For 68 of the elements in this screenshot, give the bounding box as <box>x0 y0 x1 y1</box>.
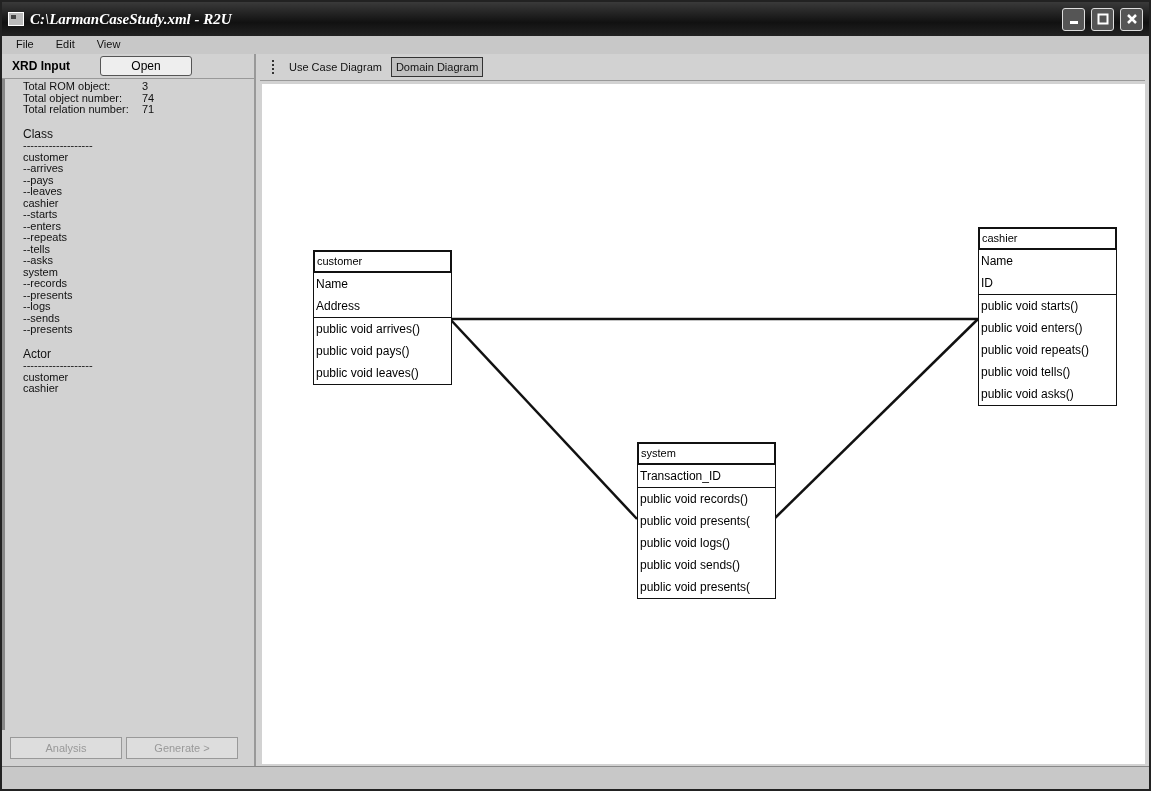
class-name: cashier <box>979 228 1116 250</box>
tree-item: --starts <box>23 209 59 221</box>
tree-item: --presents <box>23 324 74 336</box>
open-button[interactable]: Open <box>100 56 192 76</box>
stat-value: 3 <box>142 81 149 93</box>
class-method: public void repeats() <box>980 342 1091 359</box>
close-button[interactable] <box>1120 7 1143 31</box>
class-box[interactable]: cashier Name ID public void starts() public void enters() public void repeats() public void tells() public void asks() <box>978 227 1117 406</box>
class-method: public void pays() <box>315 343 411 360</box>
class-method: public void logs() <box>639 535 732 552</box>
window-title: C:\LarmanCaseStudy.xml - R2U <box>30 10 233 28</box>
class-method: public void presents( <box>639 579 752 596</box>
class-name: system <box>638 443 775 465</box>
stat-label: Total ROM object: <box>23 81 112 93</box>
tree-item: --presents <box>23 289 74 301</box>
tab[interactable]: Use Case Diagram <box>284 57 387 77</box>
class-method: public void leaves() <box>315 365 420 382</box>
class-attribute: Transaction_ID <box>639 468 722 485</box>
tree-item: customer <box>23 151 70 163</box>
toolbar-grip[interactable] <box>272 60 276 74</box>
tree-item: --tells <box>23 243 50 255</box>
tree-item: --records <box>23 278 68 290</box>
maximize-button[interactable] <box>1091 7 1114 31</box>
stat-value: 74 <box>142 92 155 104</box>
class-method: public void starts() <box>979 294 1116 317</box>
class-attribute: Name <box>315 276 349 293</box>
separator-text: ------------------- <box>23 140 94 152</box>
close-icon <box>1125 13 1138 25</box>
class-box[interactable]: customer Name Address public void arrives() public void pays() public void leaves() <box>313 250 452 385</box>
tree-item: --sends <box>23 312 61 324</box>
tab[interactable]: Domain Diagram <box>390 57 484 77</box>
class-name: customer <box>314 251 451 273</box>
tree-item: --asks <box>23 255 54 267</box>
tree-item: --pays <box>23 174 55 186</box>
section-heading: Actor <box>23 348 52 360</box>
menu-item[interactable]: Edit <box>55 38 75 52</box>
stat-value: 71 <box>142 104 155 116</box>
tree-item: --leaves <box>23 186 64 198</box>
stat-label: Total object number: <box>23 92 124 104</box>
tree-item: --repeats <box>23 232 69 244</box>
menu-item[interactable]: File <box>16 38 34 52</box>
menu-item[interactable]: View <box>96 38 121 52</box>
minimize-button[interactable] <box>1062 7 1085 31</box>
tree-item: cashier <box>23 383 60 395</box>
class-method: public void arrives() <box>314 317 451 340</box>
tree-item: --enters <box>23 220 62 232</box>
stat-label: Total relation number: <box>23 104 130 116</box>
minimize-icon <box>1069 21 1078 24</box>
class-method: public void enters() <box>980 320 1084 337</box>
class-attribute: Name <box>980 253 1014 270</box>
tree-item: --arrives <box>23 163 65 175</box>
class-method: public void presents( <box>639 513 752 530</box>
class-method: public void asks() <box>980 386 1075 403</box>
class-method: public void tells() <box>980 364 1072 381</box>
tree-item: --logs <box>23 301 51 313</box>
panel-title: XRD Input <box>12 59 70 73</box>
tree-item: system <box>23 266 59 278</box>
section-heading: Class <box>23 128 54 140</box>
tree-item: customer <box>23 371 70 383</box>
class-attribute: Address <box>315 298 362 315</box>
class-attribute: ID <box>980 275 994 292</box>
separator-text: ------------------- <box>23 360 94 372</box>
tree-item: cashier <box>23 197 60 209</box>
app-icon <box>8 12 24 26</box>
class-method: public void records() <box>638 487 775 510</box>
class-method: public void sends() <box>639 557 742 574</box>
maximize-icon <box>1096 13 1109 25</box>
class-box[interactable]: system Transaction_ID public void records() public void presents( public void logs() public void sends() public void presents( <box>637 442 776 599</box>
